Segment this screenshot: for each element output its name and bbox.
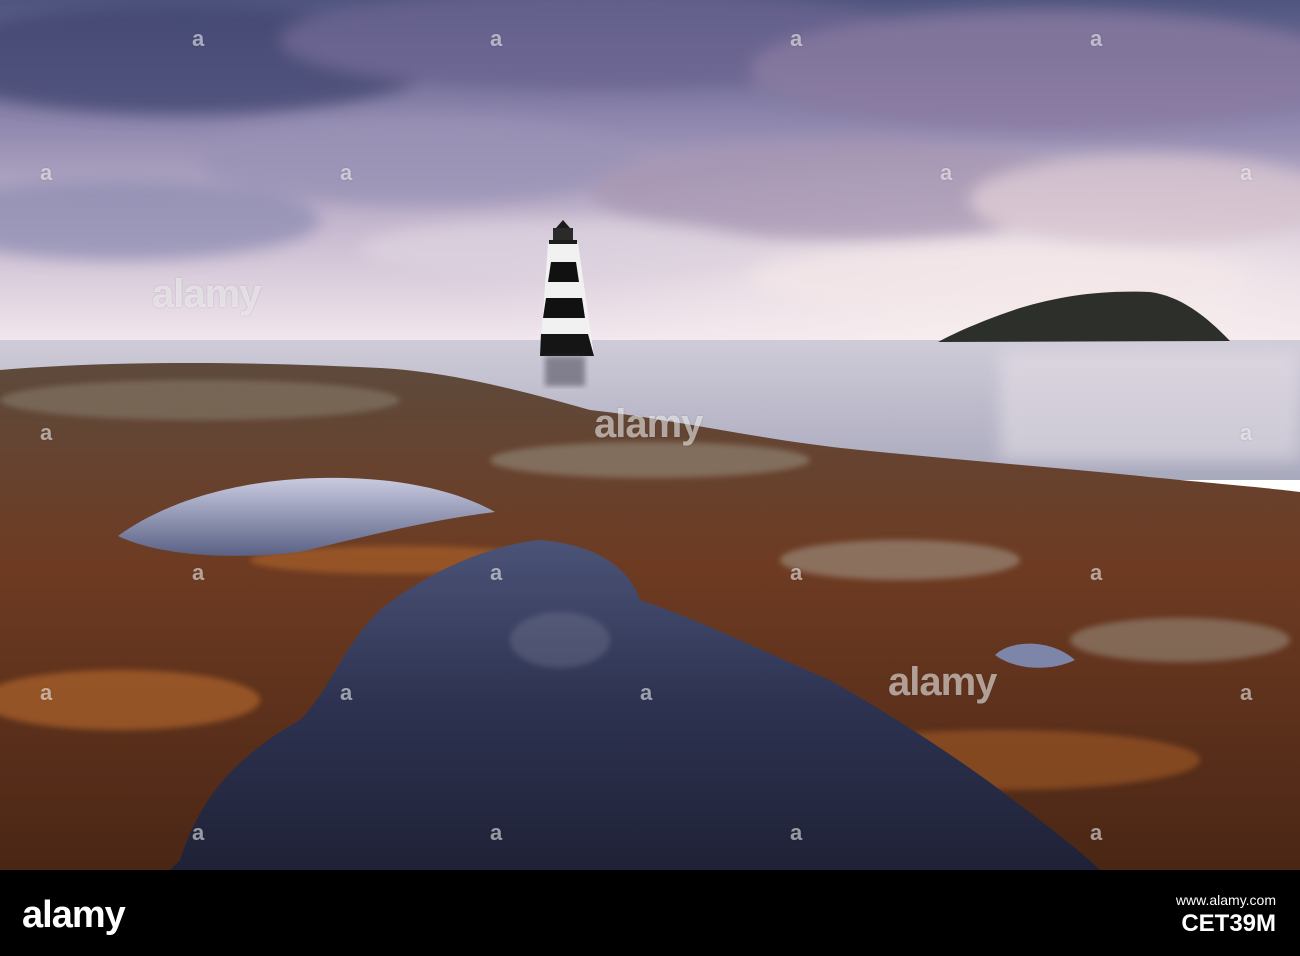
footer-logo: alamy (22, 894, 126, 936)
footer-info: www.alamy.com CET39M (1176, 892, 1276, 938)
footer-bar: alamy www.alamy.com CET39M (0, 870, 1300, 956)
seascape-photo (0, 0, 1300, 870)
image-id: CET39M (1181, 910, 1276, 937)
footer-link[interactable]: www.alamy.com (1176, 892, 1276, 908)
photo: alamy alamy alamy a a a a a a a a a a a … (0, 0, 1300, 870)
